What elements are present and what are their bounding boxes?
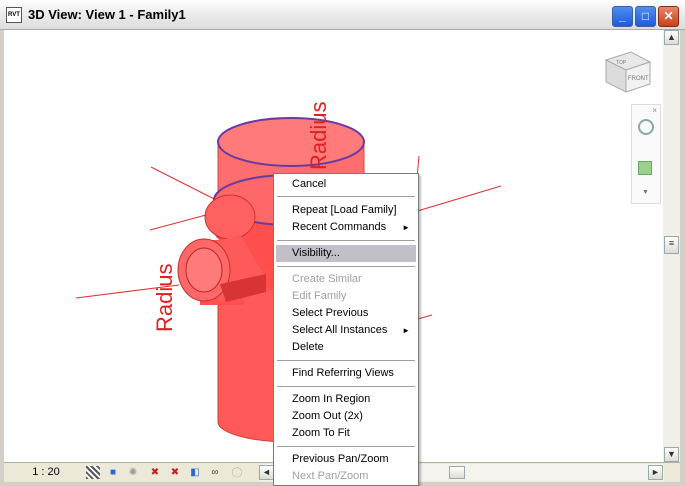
vertical-scrollbar[interactable]: ▲ ≡ ▼: [663, 30, 680, 462]
scroll-thumb[interactable]: ≡: [664, 236, 679, 254]
menu-item-label: Delete: [292, 341, 324, 353]
shadows-icon[interactable]: ✖: [148, 466, 162, 479]
menu-item-cancel[interactable]: Cancel: [276, 176, 416, 193]
temporary-hide-icon[interactable]: ∞: [208, 466, 222, 479]
menu-item-label: Select Previous: [292, 307, 369, 319]
reveal-hidden-icon[interactable]: ◯: [230, 466, 244, 479]
menu-item-label: Zoom To Fit: [292, 427, 350, 439]
visual-style-icon[interactable]: ■: [106, 466, 120, 479]
menu-item-label: Find Referring Views: [292, 367, 394, 379]
viewcube[interactable]: TOP FRONT: [604, 51, 652, 93]
context-menu: Cancel Repeat [Load Family] Recent Comma…: [273, 173, 419, 486]
menu-item-delete[interactable]: Delete: [276, 339, 416, 356]
menu-item-select-all-instances[interactable]: Select All Instances ►: [276, 322, 416, 339]
menu-item-select-previous[interactable]: Select Previous: [276, 305, 416, 322]
menu-separator: [277, 360, 415, 361]
menu-separator: [277, 446, 415, 447]
window-title: 3D View: View 1 - Family1: [28, 7, 186, 22]
menu-item-label: Create Similar: [292, 273, 362, 285]
menu-item-zoom-in-region[interactable]: Zoom In Region: [276, 391, 416, 408]
menu-item-label: Recent Commands: [292, 221, 387, 233]
close-button[interactable]: ✕: [658, 6, 679, 27]
menu-item-zoom-to-fit[interactable]: Zoom To Fit: [276, 425, 416, 442]
view-scale[interactable]: 1 : 20: [12, 465, 80, 480]
radius-label-left: Radius: [152, 264, 177, 332]
title-bar[interactable]: RVT 3D View: View 1 - Family1 _ □ ✕: [0, 0, 685, 30]
menu-item-edit-family: Edit Family: [276, 288, 416, 305]
show-crop-icon[interactable]: ◧: [188, 466, 202, 479]
menu-item-zoom-out[interactable]: Zoom Out (2x): [276, 408, 416, 425]
menu-item-label: Zoom In Region: [292, 393, 371, 405]
menu-item-label: Repeat [Load Family]: [292, 204, 397, 216]
menu-item-repeat-load-family[interactable]: Repeat [Load Family]: [276, 202, 416, 219]
menu-item-label: Visibility...: [292, 247, 340, 259]
revit-file-icon: RVT: [6, 7, 22, 23]
submenu-arrow-icon: ►: [402, 223, 410, 232]
viewcube-top-label: TOP: [616, 60, 627, 66]
menu-item-visibility[interactable]: Visibility...: [276, 245, 416, 262]
menu-separator: [277, 240, 415, 241]
menu-item-next-pan-zoom: Next Pan/Zoom: [276, 468, 416, 485]
menu-item-label: Cancel: [292, 178, 327, 190]
menu-item-label: Previous Pan/Zoom: [292, 453, 389, 465]
menu-item-label: Zoom Out (2x): [292, 410, 363, 422]
menu-item-previous-pan-zoom[interactable]: Previous Pan/Zoom: [276, 451, 416, 468]
minimize-button[interactable]: _: [612, 6, 633, 27]
scroll-left-button[interactable]: ◄: [259, 465, 274, 480]
close-icon[interactable]: ×: [652, 106, 657, 115]
scroll-right-button[interactable]: ►: [648, 465, 663, 480]
horizontal-scroll-thumb[interactable]: [449, 466, 465, 479]
menu-item-recent-commands[interactable]: Recent Commands ►: [276, 219, 416, 236]
menu-separator: [277, 266, 415, 267]
menu-item-label: Select All Instances: [292, 324, 388, 336]
revit-view-window: RVT 3D View: View 1 - Family1 _ □ ✕ Radi…: [0, 0, 685, 486]
scroll-up-button[interactable]: ▲: [664, 30, 679, 45]
submenu-arrow-icon: ►: [402, 326, 410, 335]
menu-item-label: Next Pan/Zoom: [292, 470, 369, 482]
menu-item-create-similar: Create Similar: [276, 271, 416, 288]
steering-wheel-icon[interactable]: [638, 119, 654, 135]
zoom-icon[interactable]: [638, 161, 652, 175]
maximize-button[interactable]: □: [635, 6, 656, 27]
menu-item-label: Edit Family: [292, 290, 347, 302]
scroll-down-button[interactable]: ▼: [664, 447, 679, 462]
radius-label-top: Radius: [306, 102, 331, 170]
menu-separator: [277, 386, 415, 387]
chevron-down-icon[interactable]: ▼: [642, 189, 649, 196]
navigation-bar[interactable]: × ▼: [631, 104, 661, 204]
menu-item-find-referring-views[interactable]: Find Referring Views: [276, 365, 416, 382]
viewcube-front-label: FRONT: [628, 76, 649, 82]
detail-level-icon[interactable]: [86, 466, 100, 479]
menu-separator: [277, 196, 415, 197]
sun-path-icon[interactable]: ✺: [126, 466, 140, 479]
crop-view-icon[interactable]: ✖: [168, 466, 182, 479]
